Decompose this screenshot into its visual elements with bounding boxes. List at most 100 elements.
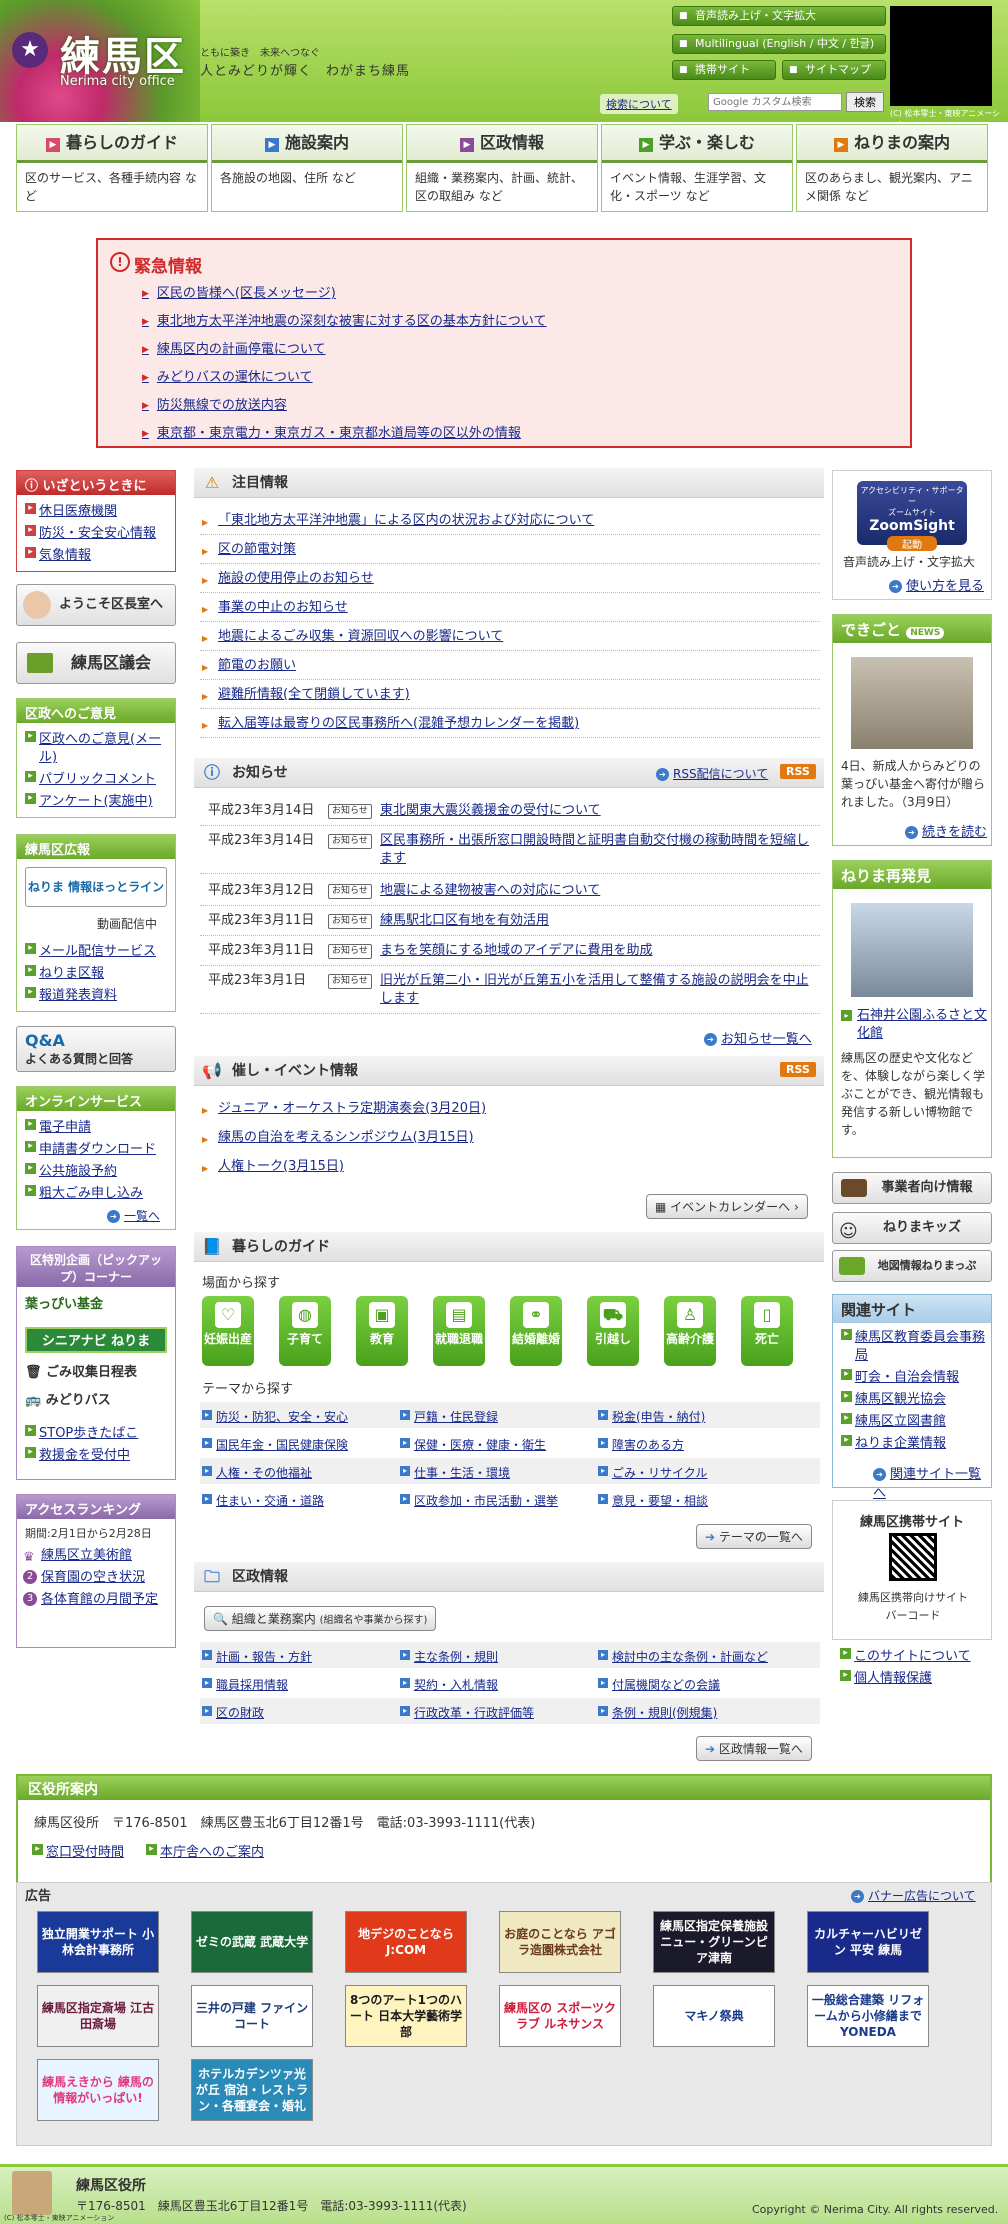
ad-banner[interactable]: ホテルカデンツァ光が丘 宿泊・レストラン・各種宴会・婚礼 xyxy=(191,2059,313,2121)
org-business-button[interactable]: 🔍 組織と業務案内 (組織名や事業から探す) xyxy=(204,1606,437,1631)
event-link[interactable]: 練馬の自治を考えるシンポジウム(3月15日) xyxy=(200,1125,820,1151)
ad-banner[interactable]: 練馬区指定保養施設 ニュー・グリーンピア津南 xyxy=(653,1911,775,1973)
gov-link[interactable]: 行政改革・行政評価等 xyxy=(400,1704,534,1721)
event-link[interactable]: 人権トーク(3月15日) xyxy=(200,1154,820,1180)
search-about-link[interactable]: 検索について xyxy=(600,94,678,114)
ranking-item-1[interactable]: 練馬区立美術館 xyxy=(41,1548,132,1563)
gov-link[interactable]: 条例・規則(例規集) xyxy=(598,1704,717,1721)
midori-bus-banner[interactable]: 🚌 みどりバス xyxy=(25,1389,167,1411)
theme-link[interactable]: ごみ・リサイクル xyxy=(598,1464,707,1481)
emergency-link[interactable]: みどりバスの運休について xyxy=(142,366,313,385)
news-link[interactable]: 旧光が丘第二小・旧光が丘第五小を活用して整備する施設の説明会を中止します xyxy=(380,972,820,1008)
news-link[interactable]: 地震による建物被害への対応について xyxy=(380,882,820,900)
ranking-item-2[interactable]: 保育園の空き状況 xyxy=(41,1570,145,1585)
theme-list-button[interactable]: ➔ テーマの一覧へ xyxy=(696,1524,812,1549)
search-button[interactable]: 検索 xyxy=(846,92,884,112)
gov-link[interactable]: 区の財政 xyxy=(202,1704,264,1721)
gov-link[interactable]: 職員採用情報 xyxy=(202,1676,288,1693)
relief-fund-link[interactable]: 救援金を受付中 xyxy=(17,1445,175,1467)
voice-zoom-button[interactable]: 音声読み上げ・文字拡大 xyxy=(672,6,886,26)
ad-banner[interactable]: 練馬区の スポーツクラブ ルネサンス xyxy=(499,1985,621,2047)
nav-tab-life-guide[interactable]: ▶ 暮らしのガイド 区のサービス、各種手続内容 など xyxy=(16,124,208,212)
office-access-link[interactable]: 本庁舎へのご案内 xyxy=(138,1842,268,1864)
gov-link[interactable]: 主な条例・規則 xyxy=(400,1648,498,1665)
form-download-link[interactable]: 申請書ダウンロード xyxy=(17,1139,175,1161)
related-link[interactable]: 町会・自治会情報 xyxy=(833,1367,991,1389)
gov-link[interactable]: 契約・入札情報 xyxy=(400,1676,498,1693)
council-banner[interactable]: 練馬区議会 xyxy=(16,642,176,684)
event-link[interactable]: ジュニア・オーケストラ定期演奏会(3月20日) xyxy=(200,1096,820,1122)
theme-link[interactable]: 人権・その他福祉 xyxy=(202,1464,312,1481)
theme-link[interactable]: 障害のある方 xyxy=(598,1436,684,1453)
map-banner[interactable]: 地図情報ねりまっぷ xyxy=(832,1250,992,1282)
disaster-info-link[interactable]: 防災・安全安心情報 xyxy=(17,523,175,545)
life-btn-elderly-care[interactable]: ♙ 高齢介護 xyxy=(664,1296,716,1366)
senior-navi-banner[interactable]: シニアナビ ねりま xyxy=(25,1327,167,1353)
emergency-link[interactable]: 区民の皆様へ(区長メッセージ) xyxy=(142,282,336,301)
museum-link[interactable]: ▸ 石神井公園ふるさと文化館 xyxy=(841,1007,987,1043)
emergency-link[interactable]: 東京都・東京電力・東京ガス・東京都水道局等の区以外の情報 xyxy=(142,422,521,441)
notice-link[interactable]: 転入届等は最寄りの区民事務所へ(混雑予想カレンダーを掲載) xyxy=(200,711,820,738)
emergency-link[interactable]: 練馬区内の計画停電について xyxy=(142,338,326,357)
news-photo[interactable] xyxy=(851,657,973,749)
nav-tab-government[interactable]: ▶ 区政情報 組織・業務案内、計画、統計、区の取組み など xyxy=(406,124,598,212)
related-link[interactable]: 練馬区教育委員会事務局 xyxy=(833,1327,991,1367)
ad-banner[interactable]: カルチャーハビリゼン 平安 練馬 xyxy=(807,1911,929,1973)
notice-link[interactable]: 施設の使用停止のお知らせ xyxy=(200,566,820,593)
notice-link[interactable]: 「東北地方太平洋沖地震」による区内の状況および対応について xyxy=(200,508,820,535)
ad-banner[interactable]: ゼミの武蔵 武蔵大学 xyxy=(191,1911,313,1973)
ad-banner[interactable]: 地デジのことなら J:COM xyxy=(345,1911,467,1973)
e-application-link[interactable]: 電子申請 xyxy=(17,1117,175,1139)
news-more-link[interactable]: お知らせ一覧へ xyxy=(704,1028,812,1047)
nav-tab-learn-enjoy[interactable]: ▶ 学ぶ・楽しむ イベント情報、生涯学習、文化・スポーツ など xyxy=(601,124,793,212)
life-btn-education[interactable]: ▣ 教育 xyxy=(356,1296,408,1366)
gov-link[interactable]: 付属機関などの会議 xyxy=(598,1676,720,1693)
news-link[interactable]: まちを笑顔にする地域のアイデアに費用を助成 xyxy=(380,942,820,960)
press-release-link[interactable]: 報道発表資料 xyxy=(17,985,175,1007)
rss-about-link[interactable]: RSS配信について xyxy=(656,765,768,782)
news-link[interactable]: 東北関東大震災義援金の受付について xyxy=(380,802,820,820)
pr-hotline-banner[interactable]: ねりま 情報ほっとライン xyxy=(25,867,167,907)
notice-link[interactable]: 地震によるごみ収集・資源回収への影響について xyxy=(200,624,820,651)
mayor-room-banner[interactable]: ようこそ区長室へ xyxy=(16,584,176,626)
ad-banner[interactable]: 独立開業サポート 小林会計事務所 xyxy=(37,1911,159,1973)
theme-link[interactable]: 国民年金・国民健康保険 xyxy=(202,1436,348,1453)
mobile-site-button[interactable]: 携帯サイト xyxy=(672,60,776,80)
ad-banner[interactable]: 練馬えきから 練馬の情報がいっぱい! xyxy=(37,2059,159,2121)
life-btn-death[interactable]: ▯ 死亡 xyxy=(741,1296,793,1366)
notice-link[interactable]: 事業の中止のお知らせ xyxy=(200,595,820,622)
life-btn-employment[interactable]: ▤ 就職退職 xyxy=(433,1296,485,1366)
related-link[interactable]: 練馬区観光協会 xyxy=(833,1389,991,1411)
faq-banner[interactable]: Q&A よくある質問と回答 xyxy=(16,1026,176,1072)
gov-list-button[interactable]: ➔ 区政情報一覧へ xyxy=(696,1736,812,1761)
theme-link[interactable]: 防災・防犯、安全・安心 xyxy=(202,1408,348,1425)
dekigoto-more-link[interactable]: 続きを読む xyxy=(905,821,987,840)
theme-link[interactable]: 保健・医療・健康・衛生 xyxy=(400,1436,546,1453)
privacy-link[interactable]: 個人情報保護 xyxy=(832,1668,936,1690)
multilingual-button[interactable]: Multilingual (English / 中文 / 한글) xyxy=(672,34,886,54)
mail-service-link[interactable]: メール配信サービス xyxy=(17,941,175,963)
ad-banner[interactable]: 三井の戸建 ファインコート xyxy=(191,1985,313,2047)
gov-link[interactable]: 計画・報告・方針 xyxy=(202,1648,312,1665)
theme-link[interactable]: 住まい・交通・道路 xyxy=(202,1492,324,1509)
related-link[interactable]: ねりま企業情報 xyxy=(833,1433,991,1455)
ad-banner[interactable]: 8つのアート1つのハート 日本大学藝術学部 xyxy=(345,1985,467,2047)
kids-banner[interactable]: ☺ ねりまキッズ xyxy=(832,1212,992,1244)
weather-link[interactable]: 気象情報 xyxy=(17,545,175,567)
life-btn-marriage[interactable]: ⚭ 結婚離婚 xyxy=(510,1296,562,1366)
news-link[interactable]: 区民事務所・出張所窓口開設時間と証明書自動交付機の稼動時間を短縮します xyxy=(380,832,820,868)
kuho-link[interactable]: ねりま区報 xyxy=(17,963,175,985)
ads-about-link[interactable]: バナー広告について xyxy=(851,1887,976,1904)
zoomsight-button[interactable]: アクセシビリティ・サポーター ズームサイト ZoomSight 起動 xyxy=(857,481,967,551)
theme-link[interactable]: 税金(申告・納付) xyxy=(598,1408,705,1425)
rss-badge[interactable]: RSS xyxy=(780,764,816,779)
nav-tab-nerima-guide[interactable]: ▶ ねりまの案内 区のあらまし、観光案内、アニメ関係 など xyxy=(796,124,988,212)
ranking-item-3[interactable]: 各体育館の月間予定 xyxy=(41,1592,158,1607)
business-info-banner[interactable]: 事業者向け情報 xyxy=(832,1172,992,1204)
museum-photo[interactable] xyxy=(851,903,973,997)
stop-smoking-link[interactable]: STOP歩きたばこ xyxy=(17,1423,175,1445)
life-btn-moving[interactable]: ⛟ 引越し xyxy=(587,1296,639,1366)
sitemap-button[interactable]: サイトマップ xyxy=(782,60,886,80)
happy-fund-banner[interactable]: 葉っぴい基金 xyxy=(25,1293,167,1323)
holiday-medical-link[interactable]: 休日医療機関 xyxy=(17,501,175,523)
